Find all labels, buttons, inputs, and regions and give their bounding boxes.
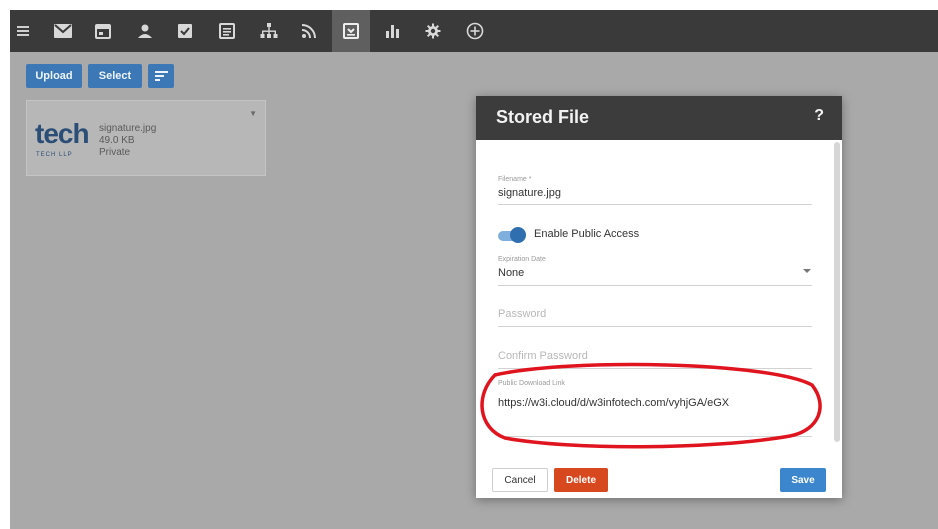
help-button[interactable]: ? <box>814 107 824 125</box>
app-window: Upload Select tech TECH LLP signature.jp… <box>10 10 938 529</box>
calendar-icon <box>95 24 111 39</box>
rss-icon <box>302 24 316 38</box>
public-download-link-field[interactable]: Public Download Link https://w3i.cloud/d… <box>498 380 812 440</box>
filename-field[interactable]: Filename * signature.jpg <box>498 176 812 205</box>
confirm-password-underline <box>498 368 812 369</box>
file-card[interactable]: tech TECH LLP signature.jpg 49.0 KB Priv… <box>26 100 266 176</box>
upload-button[interactable]: Upload <box>26 64 82 88</box>
mail-icon <box>54 24 72 38</box>
toolbar-file-storage-button[interactable] <box>332 10 370 52</box>
expiration-underline <box>498 285 812 286</box>
public-download-link-label: Public Download Link <box>498 380 565 387</box>
file-thumbnail-logo-text: tech <box>35 118 90 149</box>
password-placeholder: Password <box>498 308 547 320</box>
toolbar-org-chart-button[interactable] <box>250 10 288 52</box>
toolbar-rss-button[interactable] <box>290 10 328 52</box>
public-access-label: Enable Public Access <box>534 228 640 240</box>
password-field[interactable]: Password <box>498 308 812 330</box>
sort-button[interactable] <box>148 64 174 88</box>
contacts-icon <box>138 24 152 38</box>
toolbar-mail-button[interactable] <box>44 10 82 52</box>
file-name: signature.jpg <box>99 123 157 134</box>
file-thumbnail: tech TECH LLP <box>35 118 90 163</box>
select-button[interactable]: Select <box>88 64 142 88</box>
toolbar-calendar-button[interactable] <box>84 10 122 52</box>
toolbar-add-button[interactable] <box>456 10 494 52</box>
add-icon <box>466 22 484 40</box>
filename-value: signature.jpg <box>498 187 561 199</box>
notes-icon <box>219 23 235 39</box>
tasks-icon <box>178 24 192 38</box>
file-storage-icon <box>343 23 359 39</box>
public-access-toggle-knob[interactable] <box>510 227 526 243</box>
card-menu-chevron-icon[interactable]: ▼ <box>249 109 257 118</box>
file-thumbnail-logo-subtext: TECH LLP <box>36 152 73 158</box>
confirm-password-field[interactable]: Confirm Password <box>498 350 812 372</box>
confirm-password-placeholder: Confirm Password <box>498 350 588 362</box>
toolbar-contacts-button[interactable] <box>126 10 164 52</box>
reports-icon <box>386 25 399 38</box>
dialog-header: Stored File ? <box>476 96 842 140</box>
file-visibility: Private <box>99 147 131 158</box>
public-download-link-value: https://w3i.cloud/d/w3infotech.com/vyhjG… <box>498 397 730 409</box>
expiration-date-select[interactable]: Expiration Date None <box>498 256 812 286</box>
save-button[interactable]: Save <box>780 468 826 492</box>
dialog-scrollbar[interactable] <box>834 142 840 442</box>
public-link-underline <box>498 436 812 437</box>
settings-icon <box>425 23 441 39</box>
chevron-down-icon[interactable] <box>803 269 811 273</box>
toolbar-settings-button[interactable] <box>414 10 452 52</box>
top-toolbar <box>10 10 938 52</box>
menu-icon <box>17 26 29 36</box>
cancel-button[interactable]: Cancel <box>492 468 548 492</box>
dialog-title: Stored File <box>496 107 590 127</box>
toolbar-reports-button[interactable] <box>374 10 412 52</box>
toolbar-tasks-button[interactable] <box>166 10 204 52</box>
expiration-date-label: Expiration Date <box>498 256 546 263</box>
toolbar-menu-button[interactable] <box>10 10 36 52</box>
toolbar-notes-button[interactable] <box>208 10 246 52</box>
org-chart-icon <box>260 23 278 38</box>
stored-file-dialog: Stored File ? Filename * signature.jpg E… <box>476 96 842 498</box>
delete-button[interactable]: Delete <box>554 468 608 492</box>
file-size: 49.0 KB <box>99 135 135 146</box>
expiration-date-value: None <box>498 267 525 279</box>
password-underline <box>498 326 812 327</box>
filename-label: Filename * <box>498 176 532 183</box>
filename-underline <box>498 204 812 205</box>
sort-icon <box>154 71 168 81</box>
